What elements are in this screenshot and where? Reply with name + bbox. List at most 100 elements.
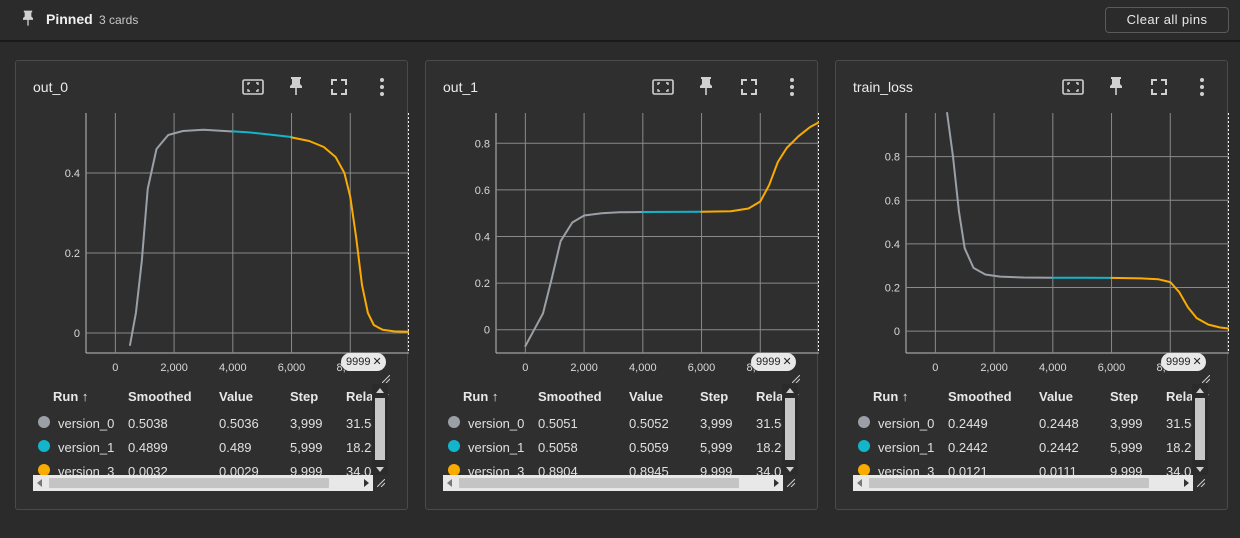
x-tick-label: 4,000: [1039, 362, 1067, 374]
series-line-version-0[interactable]: [946, 112, 1054, 279]
column-header-value[interactable]: Value: [629, 389, 663, 404]
column-header-value[interactable]: Value: [1039, 389, 1073, 404]
clear-all-pins-button[interactable]: Clear all pins: [1105, 7, 1229, 33]
fullscreen-icon[interactable]: [737, 75, 761, 99]
vertical-scrollbar[interactable]: [372, 384, 388, 476]
column-header-smoothed[interactable]: Smoothed: [948, 389, 1012, 404]
table-row[interactable]: version_3 0.0032 0.0029 9,999 34.01: [33, 461, 389, 475]
column-header-run[interactable]: Run ↑: [463, 389, 498, 404]
line-chart[interactable]: 02,0004,0006,0008,00000.20.40.60.8: [836, 101, 1229, 391]
scroll-right-icon[interactable]: [774, 479, 779, 487]
scroll-down-icon[interactable]: [786, 467, 794, 472]
cell-value: 0.8945: [629, 464, 669, 475]
chart-svg[interactable]: 02,0004,0006,0008,00000.20.4: [16, 101, 409, 391]
scroll-left-icon[interactable]: [857, 479, 862, 487]
scrollbar-thumb[interactable]: [785, 398, 795, 460]
cell-step: 5,999: [290, 440, 323, 455]
table-row[interactable]: version_3 0.8904 0.8945 9,999 34.01: [443, 461, 799, 475]
fit-domain-icon[interactable]: [241, 75, 265, 99]
scroll-left-icon[interactable]: [447, 479, 452, 487]
vertical-scrollbar[interactable]: [1192, 384, 1208, 476]
column-header-run[interactable]: Run ↑: [53, 389, 88, 404]
table-row[interactable]: version_0 0.5038 0.5036 3,999 31.58: [33, 413, 389, 435]
step-marker-badge[interactable]: 9999 ✕: [341, 353, 386, 371]
pin-icon[interactable]: [694, 75, 718, 99]
pin-icon[interactable]: [1104, 75, 1128, 99]
y-tick-label: 0.2: [65, 248, 80, 260]
scrollbar-thumb[interactable]: [459, 478, 739, 488]
horizontal-scrollbar[interactable]: [853, 475, 1193, 491]
line-chart[interactable]: 02,0004,0006,0008,00000.20.4: [16, 101, 409, 391]
x-tick-label: 2,000: [160, 362, 188, 374]
scrollbar-thumb[interactable]: [1195, 398, 1205, 460]
scalar-card-train-loss: train_loss 02,0004,0006,0008,00000.20.40…: [835, 60, 1229, 510]
close-icon[interactable]: ✕: [372, 356, 381, 368]
column-header-step[interactable]: Step: [700, 389, 728, 404]
table-resize-corner[interactable]: [1193, 475, 1209, 491]
horizontal-scrollbar[interactable]: [443, 475, 783, 491]
cell-step: 3,999: [290, 416, 323, 431]
cell-run: version_3: [58, 464, 115, 475]
column-header-smoothed[interactable]: Smoothed: [538, 389, 602, 404]
x-tick-label: 6,000: [1098, 362, 1126, 374]
data-table: Run ↑ Smoothed Value Step Relative versi…: [33, 382, 389, 475]
close-icon[interactable]: ✕: [1192, 356, 1201, 368]
table-resize-corner[interactable]: [373, 475, 389, 491]
step-marker-badge[interactable]: 9999 ✕: [751, 353, 796, 371]
scroll-up-icon[interactable]: [1196, 388, 1204, 393]
card-title: out_0: [33, 79, 69, 95]
fullscreen-icon[interactable]: [1147, 75, 1171, 99]
table-header-row: Run ↑ Smoothed Value Step Relative: [853, 389, 1209, 405]
cell-value: 0.2448: [1039, 416, 1079, 431]
x-tick-label: 6,000: [278, 362, 306, 374]
scroll-down-icon[interactable]: [1196, 467, 1204, 472]
table-row[interactable]: version_3 0.0121 0.0111 9,999 34.01: [853, 461, 1209, 475]
scroll-right-icon[interactable]: [1184, 479, 1189, 487]
column-header-smoothed[interactable]: Smoothed: [128, 389, 192, 404]
scrollbar-thumb[interactable]: [375, 398, 385, 460]
table-row[interactable]: version_1 0.2442 0.2442 5,999 18.29: [853, 437, 1209, 459]
chart-svg[interactable]: 02,0004,0006,0008,00000.20.40.60.8: [426, 101, 819, 391]
table-resize-corner[interactable]: [783, 475, 799, 491]
cell-step: 3,999: [700, 416, 733, 431]
cell-value: 0.0111: [1039, 464, 1077, 475]
fit-domain-icon[interactable]: [1061, 75, 1085, 99]
run-color-dot: [38, 416, 50, 428]
cell-value: 0.489: [219, 440, 252, 455]
cell-run: version_3: [468, 464, 525, 475]
pinned-count: 3 cards: [99, 13, 139, 27]
column-header-step[interactable]: Step: [1110, 389, 1138, 404]
fullscreen-icon[interactable]: [327, 75, 351, 99]
chart-svg[interactable]: 02,0004,0006,0008,00000.20.40.60.8: [836, 101, 1229, 391]
scrollbar-thumb[interactable]: [49, 478, 329, 488]
table-row[interactable]: version_0 0.2449 0.2448 3,999 31.58: [853, 413, 1209, 435]
scrollbar-thumb[interactable]: [869, 478, 1149, 488]
pin-icon[interactable]: [284, 75, 308, 99]
close-icon[interactable]: ✕: [782, 356, 791, 368]
series-line-version-0[interactable]: [129, 128, 234, 346]
step-marker-badge[interactable]: 9999 ✕: [1161, 353, 1206, 371]
scroll-down-icon[interactable]: [376, 467, 384, 472]
more-vert-icon[interactable]: [780, 75, 804, 99]
scroll-left-icon[interactable]: [37, 479, 42, 487]
table-row[interactable]: version_0 0.5051 0.5052 3,999 31.58: [443, 413, 799, 435]
scroll-up-icon[interactable]: [376, 388, 384, 393]
horizontal-scrollbar[interactable]: [33, 475, 373, 491]
cell-step: 9,999: [290, 464, 323, 475]
scroll-right-icon[interactable]: [364, 479, 369, 487]
table-header-row: Run ↑ Smoothed Value Step Relative: [443, 389, 799, 405]
cell-smoothed: 0.5051: [538, 416, 578, 431]
vertical-scrollbar[interactable]: [782, 384, 798, 476]
fit-domain-icon[interactable]: [651, 75, 675, 99]
table-row[interactable]: version_1 0.5058 0.5059 5,999 18.29: [443, 437, 799, 459]
data-table: Run ↑ Smoothed Value Step Relative versi…: [443, 382, 799, 475]
series-line-version-1[interactable]: [231, 130, 293, 138]
scroll-up-icon[interactable]: [786, 388, 794, 393]
line-chart[interactable]: 02,0004,0006,0008,00000.20.40.60.8: [426, 101, 819, 391]
column-header-run[interactable]: Run ↑: [873, 389, 908, 404]
table-row[interactable]: version_1 0.4899 0.489 5,999 18.29: [33, 437, 389, 459]
more-vert-icon[interactable]: [370, 75, 394, 99]
column-header-value[interactable]: Value: [219, 389, 253, 404]
column-header-step[interactable]: Step: [290, 389, 318, 404]
more-vert-icon[interactable]: [1190, 75, 1214, 99]
